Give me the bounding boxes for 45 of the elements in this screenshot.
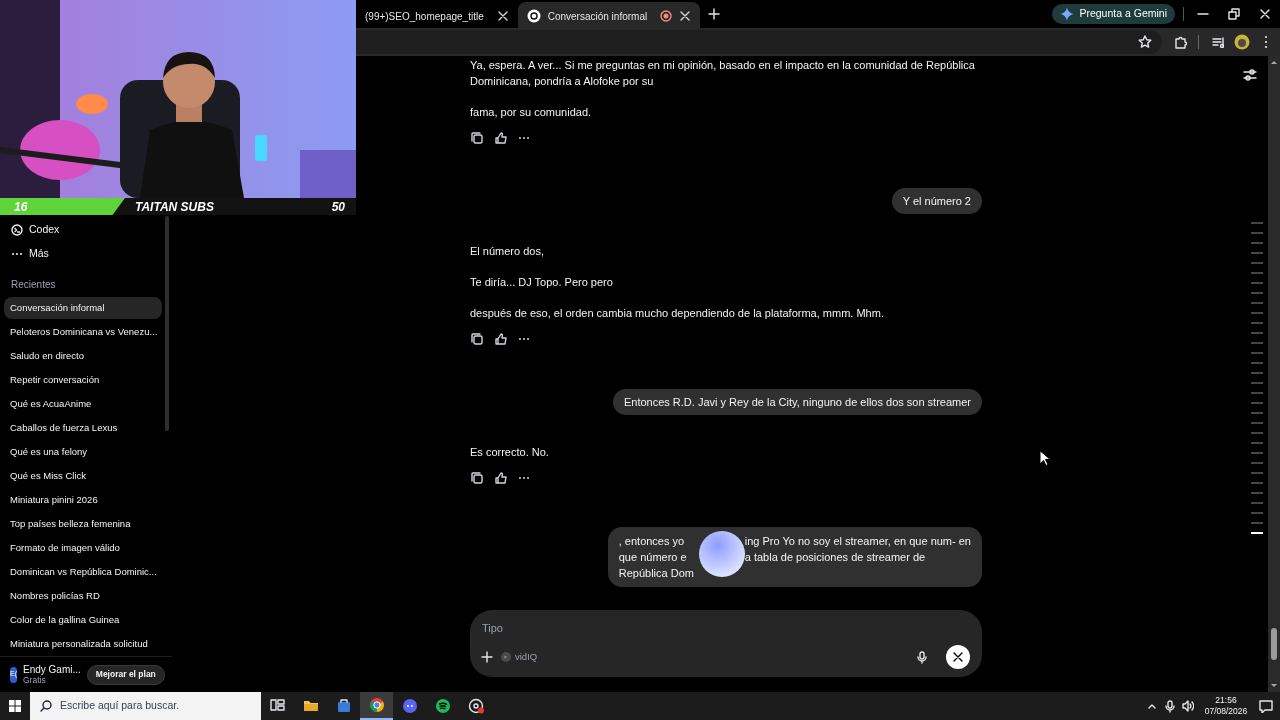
chat-history-item[interactable]: Dominican vs República Dominic... <box>4 561 162 583</box>
user-message-bubble: Entonces R.D. Javi y Rey de la City, ninguno de ellos dos son streamer <box>612 389 982 415</box>
subscriber-count-banner: 16 <box>0 198 125 215</box>
message-text: ing Pro Yo no soy el streamer, en que num- en <box>744 534 971 549</box>
message-text: , entonces yo <box>618 535 685 547</box>
message-text: a tabla de posiciones de streamer de <box>744 550 926 565</box>
clock-time: 21:56 <box>1215 695 1237 706</box>
chat-history-item[interactable]: Qué es Miss Click <box>4 465 162 487</box>
upgrade-plan-button[interactable]: Mejorar el plan <box>86 664 165 685</box>
chat-history-item[interactable]: Repetir conversación <box>4 369 162 391</box>
message-text: República Dom <box>618 567 694 579</box>
assistant-message-text: Ya, espera. A ver... Si me preguntas en mi opinión, basado en el impacto en la comunidad de República Dominicana, pondría a Alofoke por su <box>470 58 976 89</box>
chat-history-item[interactable]: Peloteros Dominicana vs Venezu... <box>4 321 162 343</box>
browser-tab[interactable]: (99+)SEO_homepage_title <box>356 2 518 30</box>
chat-history-item[interactable]: Color de la gallina Guinea <box>4 609 162 631</box>
subscriber-goal: 50 <box>331 198 345 216</box>
chat-history-item[interactable]: Formato de imagen válido <box>4 537 162 559</box>
chat-history-item[interactable]: Caballos de fuerza Lexus <box>4 417 162 439</box>
browser-tab[interactable]: Conversación informal <box>517 2 701 30</box>
sidebar-item[interactable]: Codex <box>0 218 172 242</box>
chat-history-item[interactable]: Nombres policías RD <box>4 585 162 607</box>
assistant-message-text: después de eso, el orden cambia mucho dependiendo de la plataforma, mmm. Mhm. <box>470 306 885 321</box>
banner-title: TAITAN SUBS <box>135 198 214 216</box>
section-heading: Recientes <box>10 277 57 292</box>
assistant-message-text: El número dos, <box>470 244 545 259</box>
plan-label: Gratis <box>23 674 47 686</box>
chat-history-item[interactable]: Miniatura pinini 2026 <box>4 489 162 511</box>
chat-history-item[interactable]: Miniatura personalizada solicitud <box>4 633 162 655</box>
clock-date: 07/08/2026 <box>1204 706 1248 717</box>
gemini-button[interactable]: Pregunta a Gemini <box>1052 4 1175 24</box>
chat-history-item[interactable]: Saludo en directo <box>4 345 162 367</box>
sidebar-item[interactable]: Más <box>0 242 172 266</box>
chat-history-item[interactable]: Top países belleza femenina <box>4 513 162 535</box>
message-field[interactable]: Tipo <box>482 620 782 637</box>
assistant-message-text: Te diría... DJ Topo. Pero pero <box>470 275 614 290</box>
chat-history-item[interactable]: Qué es una felony <box>4 441 162 463</box>
chat-history-item[interactable]: Conversación informal <box>4 297 162 319</box>
user-message-bubble: Y el número 2 <box>891 188 982 214</box>
chat-history-item[interactable]: Qué es AcuaAnime <box>4 393 162 415</box>
tool-chip[interactable]: vidIQ <box>501 649 538 665</box>
user-name: Endy Gami... <box>23 663 81 675</box>
assistant-message-text: Es correcto. No. <box>470 445 550 460</box>
assistant-message-text: fama, por su comunidad. <box>470 105 593 120</box>
message-text: que número e <box>618 551 687 563</box>
taskbar-search-field[interactable]: Escribe aquí para buscar. <box>30 692 261 720</box>
